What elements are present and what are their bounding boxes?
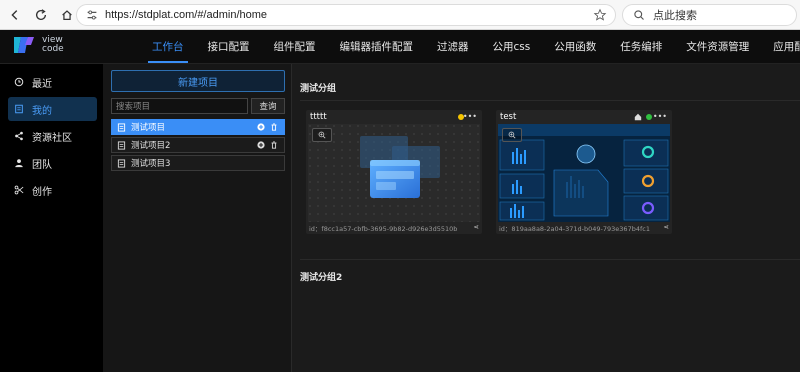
tab-filters[interactable]: 过滤器 xyxy=(425,30,481,64)
bookmark-star-icon[interactable] xyxy=(593,8,607,22)
share-icon xyxy=(15,131,23,141)
project-search-input[interactable]: 搜索项目 xyxy=(111,98,248,114)
search-placeholder: 点此搜索 xyxy=(653,9,697,22)
sidebar-item-label: 我的 xyxy=(32,105,52,117)
file-icon xyxy=(117,122,126,132)
tab-component-config[interactable]: 组件配置 xyxy=(262,30,328,64)
logo-icon xyxy=(14,37,34,53)
tab-app-config[interactable]: 应用配置 xyxy=(761,30,800,64)
dashboard-preview xyxy=(498,124,670,222)
project-card[interactable]: test ••• id：819aa8a8-2a04-371d-b049-793e… xyxy=(496,110,672,234)
card-preview[interactable] xyxy=(498,124,670,222)
add-icon[interactable] xyxy=(257,141,265,149)
card-preview[interactable] xyxy=(308,124,480,222)
site-settings-icon[interactable] xyxy=(85,8,99,22)
new-project-button[interactable]: 新建项目 xyxy=(111,70,285,92)
browser-toolbar: https://stdplat.com/#/admin/home 点此搜索 xyxy=(0,0,800,30)
project-name: 测试项目3 xyxy=(131,159,171,169)
card-header: test ••• xyxy=(496,110,672,124)
sidebar-item-label: 最近 xyxy=(32,78,52,90)
search-icon xyxy=(634,10,644,20)
sidebar-item-mine[interactable]: 我的 xyxy=(8,97,97,121)
app-logo[interactable]: view code xyxy=(12,30,72,60)
file-icon xyxy=(117,158,126,168)
clock-icon xyxy=(14,77,24,87)
card-title: test xyxy=(500,112,517,122)
card-footer: id：f8cc1a57-cbfb-3695-9b82-d926e3d5510b … xyxy=(309,223,479,233)
group-divider xyxy=(300,259,800,260)
project-search-button[interactable]: 查询 xyxy=(251,98,285,114)
browser-search-box[interactable]: 点此搜索 xyxy=(622,4,797,26)
tab-file-resources[interactable]: 文件资源管理 xyxy=(674,30,761,64)
address-bar[interactable]: https://stdplat.com/#/admin/home xyxy=(76,4,616,26)
tab-common-functions[interactable]: 公用函数 xyxy=(542,30,608,64)
project-item[interactable]: 测试项目3 xyxy=(111,155,285,171)
more-icon[interactable]: ••• xyxy=(653,112,667,121)
sidebar-item-label: 创作 xyxy=(32,186,52,198)
card-footer: id：819aa8a8-2a04-371d-b049-793e367b4fc1 … xyxy=(499,223,669,233)
share-icon[interactable]: ⋖ xyxy=(664,223,669,231)
status-dot xyxy=(646,114,652,120)
group-title: 测试分组 xyxy=(300,84,337,94)
main-content: 测试分组 ttttt ••• id：f8cc1a57-cbfb-3695-9b8… xyxy=(292,64,800,372)
card-id: id：819aa8a8-2a04-371d-b049-793e367b4fc1 xyxy=(499,225,650,233)
add-icon[interactable] xyxy=(257,123,265,131)
sidebar-item-recent[interactable]: 最近 xyxy=(8,70,97,94)
zoom-preview-button[interactable] xyxy=(502,128,522,142)
back-icon[interactable] xyxy=(4,4,26,26)
top-nav: 工作台 接口配置 组件配置 编辑器插件配置 过滤器 公用css 公用函数 任务编… xyxy=(140,30,800,64)
project-item[interactable]: 测试项目 xyxy=(111,119,285,135)
group-title: 测试分组2 xyxy=(300,273,343,283)
user-icon xyxy=(15,159,23,168)
project-card[interactable]: ttttt ••• id：f8cc1a57-cbfb-3695-9b82-d92… xyxy=(306,110,482,234)
logo-line2: code xyxy=(42,44,64,54)
share-icon[interactable]: ⋖ xyxy=(474,223,479,231)
document-icon xyxy=(15,104,23,114)
sidebar: 最近 我的 资源社区 团队 创作 xyxy=(0,64,103,372)
project-name: 测试项目 xyxy=(131,123,166,133)
zoom-preview-button[interactable] xyxy=(312,128,332,142)
sidebar-item-team[interactable]: 团队 xyxy=(8,151,97,175)
tab-task-orchestration[interactable]: 任务编排 xyxy=(608,30,674,64)
url-text: https://stdplat.com/#/admin/home xyxy=(105,9,268,21)
delete-icon[interactable] xyxy=(270,123,278,131)
sidebar-item-resource-community[interactable]: 资源社区 xyxy=(8,124,97,148)
app-header: view code 工作台 接口配置 组件配置 编辑器插件配置 过滤器 公用cs… xyxy=(0,30,800,64)
zoom-in-icon xyxy=(508,131,516,139)
reload-icon[interactable] xyxy=(30,4,52,26)
project-list: 测试项目 测试项目2 测试项目3 xyxy=(111,119,285,173)
project-item[interactable]: 测试项目2 xyxy=(111,137,285,153)
home-icon[interactable] xyxy=(56,4,78,26)
tab-workbench[interactable]: 工作台 xyxy=(140,30,196,64)
sidebar-item-label: 资源社区 xyxy=(32,132,72,144)
zoom-in-icon xyxy=(318,131,326,139)
group-divider xyxy=(300,100,800,101)
card-header: ttttt ••• xyxy=(306,110,482,124)
tab-common-css[interactable]: 公用css xyxy=(481,30,543,64)
card-title: ttttt xyxy=(310,112,327,122)
more-icon[interactable]: ••• xyxy=(463,112,477,121)
tab-editor-plugin-config[interactable]: 编辑器插件配置 xyxy=(328,30,426,64)
scissors-icon xyxy=(14,185,24,195)
card-id: id：f8cc1a57-cbfb-3695-9b82-d926e3d5510b xyxy=(309,225,458,233)
tab-api-config[interactable]: 接口配置 xyxy=(196,30,262,64)
project-name: 测试项目2 xyxy=(131,141,171,151)
preview-illustration xyxy=(308,124,480,222)
file-icon xyxy=(117,140,126,150)
home-icon[interactable] xyxy=(634,113,642,121)
sidebar-item-create[interactable]: 创作 xyxy=(8,178,97,202)
sidebar-item-label: 团队 xyxy=(32,159,52,171)
delete-icon[interactable] xyxy=(270,141,278,149)
project-panel: 新建项目 搜索项目 查询 测试项目 测试项目2 测试项目3 xyxy=(103,64,292,372)
